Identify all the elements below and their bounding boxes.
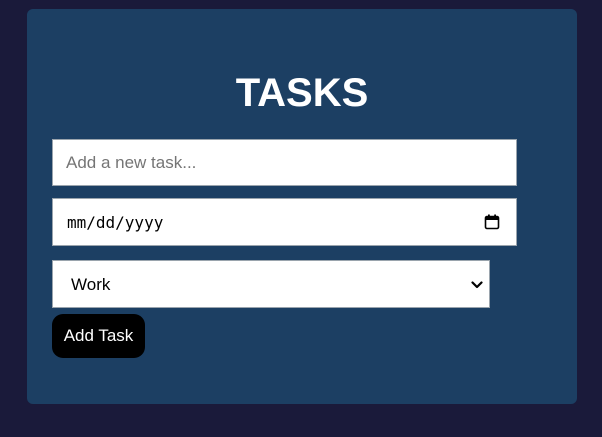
task-card: TASKS Add a new task... mm/dd/yyyy Work … <box>27 9 577 404</box>
add-task-button[interactable]: Add Task <box>52 314 145 358</box>
category-select-value: Work <box>71 275 111 294</box>
category-select[interactable]: Work <box>52 260 490 308</box>
date-input-placeholder: mm/dd/yyyy <box>67 213 164 232</box>
task-input-placeholder: Add a new task... <box>66 153 197 172</box>
page-title: TASKS <box>235 71 369 115</box>
calendar-icon[interactable] <box>484 214 500 230</box>
date-input[interactable]: mm/dd/yyyy <box>52 198 517 246</box>
chevron-down-icon <box>471 281 483 289</box>
task-input[interactable]: Add a new task... <box>52 139 517 186</box>
